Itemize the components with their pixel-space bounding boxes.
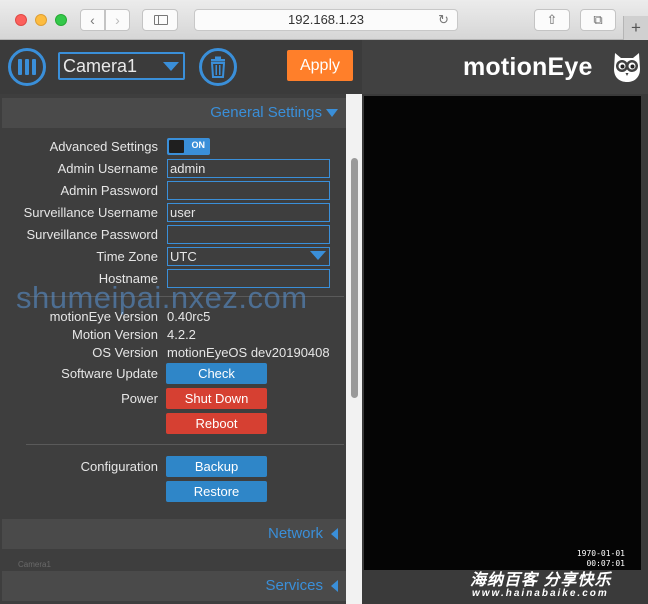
share-button[interactable]: ⇧ [534, 9, 570, 31]
configuration-label: Configuration [80, 459, 158, 474]
site-watermark-name: 海纳百客 分享快乐 [470, 572, 612, 589]
close-window-icon[interactable] [15, 14, 27, 26]
site-watermark-url: www.hainabaike.com [472, 588, 609, 599]
motion-version-value: 4.2.2 [167, 327, 196, 342]
software-update-label: Software Update [61, 366, 158, 381]
surveillance-username-label: Surveillance Username [23, 205, 158, 220]
section-divider [26, 444, 344, 445]
sidebar-toggle-button[interactable] [142, 9, 178, 31]
time-zone-value: UTC [170, 249, 197, 264]
caret-down-icon [326, 109, 338, 118]
brand-title: motionEye [463, 53, 593, 81]
shutdown-button[interactable]: Shut Down [166, 388, 267, 409]
admin-username-label: Admin Username [57, 161, 158, 176]
trash-icon [210, 56, 226, 78]
advanced-settings-toggle[interactable]: ON [167, 138, 210, 155]
toggle-state-text: ON [191, 140, 206, 150]
video-date-stamp: 1970-01-01 [576, 549, 625, 558]
caret-left-icon [331, 580, 338, 593]
caret-left-icon [331, 528, 338, 541]
section-header-network[interactable]: Network [2, 519, 346, 549]
backup-button[interactable]: Backup [166, 456, 267, 477]
new-tab-button[interactable]: + [623, 16, 648, 40]
apply-button[interactable]: Apply [287, 50, 353, 81]
app-header: Camera1 Apply motionEye [0, 40, 648, 94]
surveillance-password-label: Surveillance Password [26, 227, 158, 242]
admin-password-label: Admin Password [60, 183, 158, 198]
zoom-window-icon[interactable] [55, 14, 67, 26]
owl-logo-icon [614, 53, 640, 82]
section-title: Network [267, 525, 323, 542]
toggle-knob [169, 140, 184, 153]
scrollbar-thumb[interactable] [351, 158, 358, 398]
section-header-services[interactable]: Services [2, 571, 346, 601]
reboot-button[interactable]: Reboot [166, 413, 267, 434]
check-update-button[interactable]: Check [166, 363, 267, 384]
camera-select[interactable]: Camera1 [58, 52, 185, 80]
watermark-text: shumeipai.nxez.com [16, 280, 308, 315]
chevron-down-icon [310, 251, 326, 260]
camera-select-value: Camera1 [63, 56, 138, 76]
section-header-general-settings[interactable]: General Settings [2, 98, 346, 128]
admin-password-input[interactable] [167, 181, 330, 200]
os-version-value: motionEyeOS dev20190408 [167, 345, 330, 360]
section-title: Services [265, 577, 323, 594]
restore-button[interactable]: Restore [166, 481, 267, 502]
os-version-label: OS Version [92, 345, 158, 360]
minimize-window-icon[interactable] [35, 14, 47, 26]
back-button[interactable]: ‹ [80, 9, 105, 31]
reload-icon[interactable]: ↻ [438, 10, 449, 30]
sidebar-icon [154, 15, 168, 25]
power-label: Power [121, 391, 158, 406]
camera-video[interactable]: 1970-01-01 00:07:01 [364, 96, 641, 570]
time-zone-label: Time Zone [96, 249, 158, 264]
admin-username-input[interactable] [167, 159, 330, 178]
surveillance-username-input[interactable] [167, 203, 330, 222]
browser-toolbar: ‹ › 192.168.1.23 ↻ ⇧ ⧉ + [0, 0, 648, 40]
time-zone-select[interactable]: UTC [167, 247, 330, 266]
url-text: 192.168.1.23 [288, 12, 364, 27]
camera-caption: Camera1 [18, 560, 51, 569]
advanced-settings-label: Advanced Settings [49, 139, 158, 154]
show-tabs-button[interactable]: ⧉ [580, 9, 616, 31]
settings-menu-button[interactable] [8, 48, 46, 86]
surveillance-password-input[interactable] [167, 225, 330, 244]
section-title: General Settings [210, 104, 322, 121]
chevron-down-icon [163, 62, 179, 71]
address-bar[interactable]: 192.168.1.23 ↻ [194, 9, 458, 31]
remove-camera-button[interactable] [199, 48, 237, 86]
motion-version-label: Motion Version [72, 327, 158, 342]
forward-button[interactable]: › [105, 9, 130, 31]
